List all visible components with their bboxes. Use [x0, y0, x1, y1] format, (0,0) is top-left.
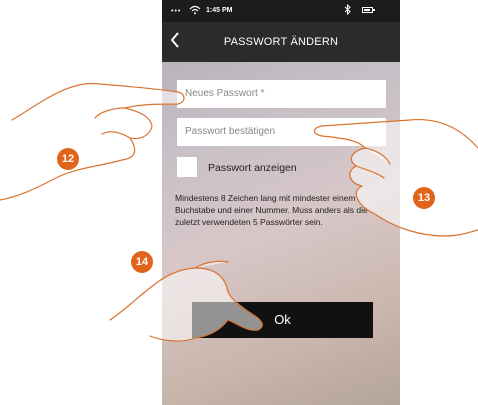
status-time: 1:45 PM [206, 7, 233, 14]
confirm-password-field[interactable]: Passwort bestätigen [177, 118, 386, 146]
phone-screen: ••• 1:45 PM PASSWORT ÄNDERN Neues Passwo… [162, 0, 400, 405]
callout-badge: 14 [131, 251, 153, 273]
show-password-label: Passwort anzeigen [208, 162, 297, 174]
status-bar: ••• 1:45 PM [162, 0, 400, 22]
navigation-bar: PASSWORT ÄNDERN [162, 22, 400, 62]
callout-badge: 12 [57, 148, 79, 170]
show-password-checkbox[interactable] [177, 157, 197, 177]
new-password-field[interactable]: Neues Passwort * [177, 80, 386, 108]
ok-button[interactable]: Ok [192, 302, 373, 338]
page-title: PASSWORT ÄNDERN [223, 36, 339, 48]
signal-dots-icon: ••• [171, 8, 182, 15]
battery-icon [362, 7, 375, 13]
callout-badge: 13 [413, 187, 435, 209]
password-requirements-text: Mindestens 8 Zeichen lang mit mindester … [175, 193, 368, 227]
bluetooth-icon [344, 3, 351, 17]
wifi-icon [189, 5, 201, 17]
